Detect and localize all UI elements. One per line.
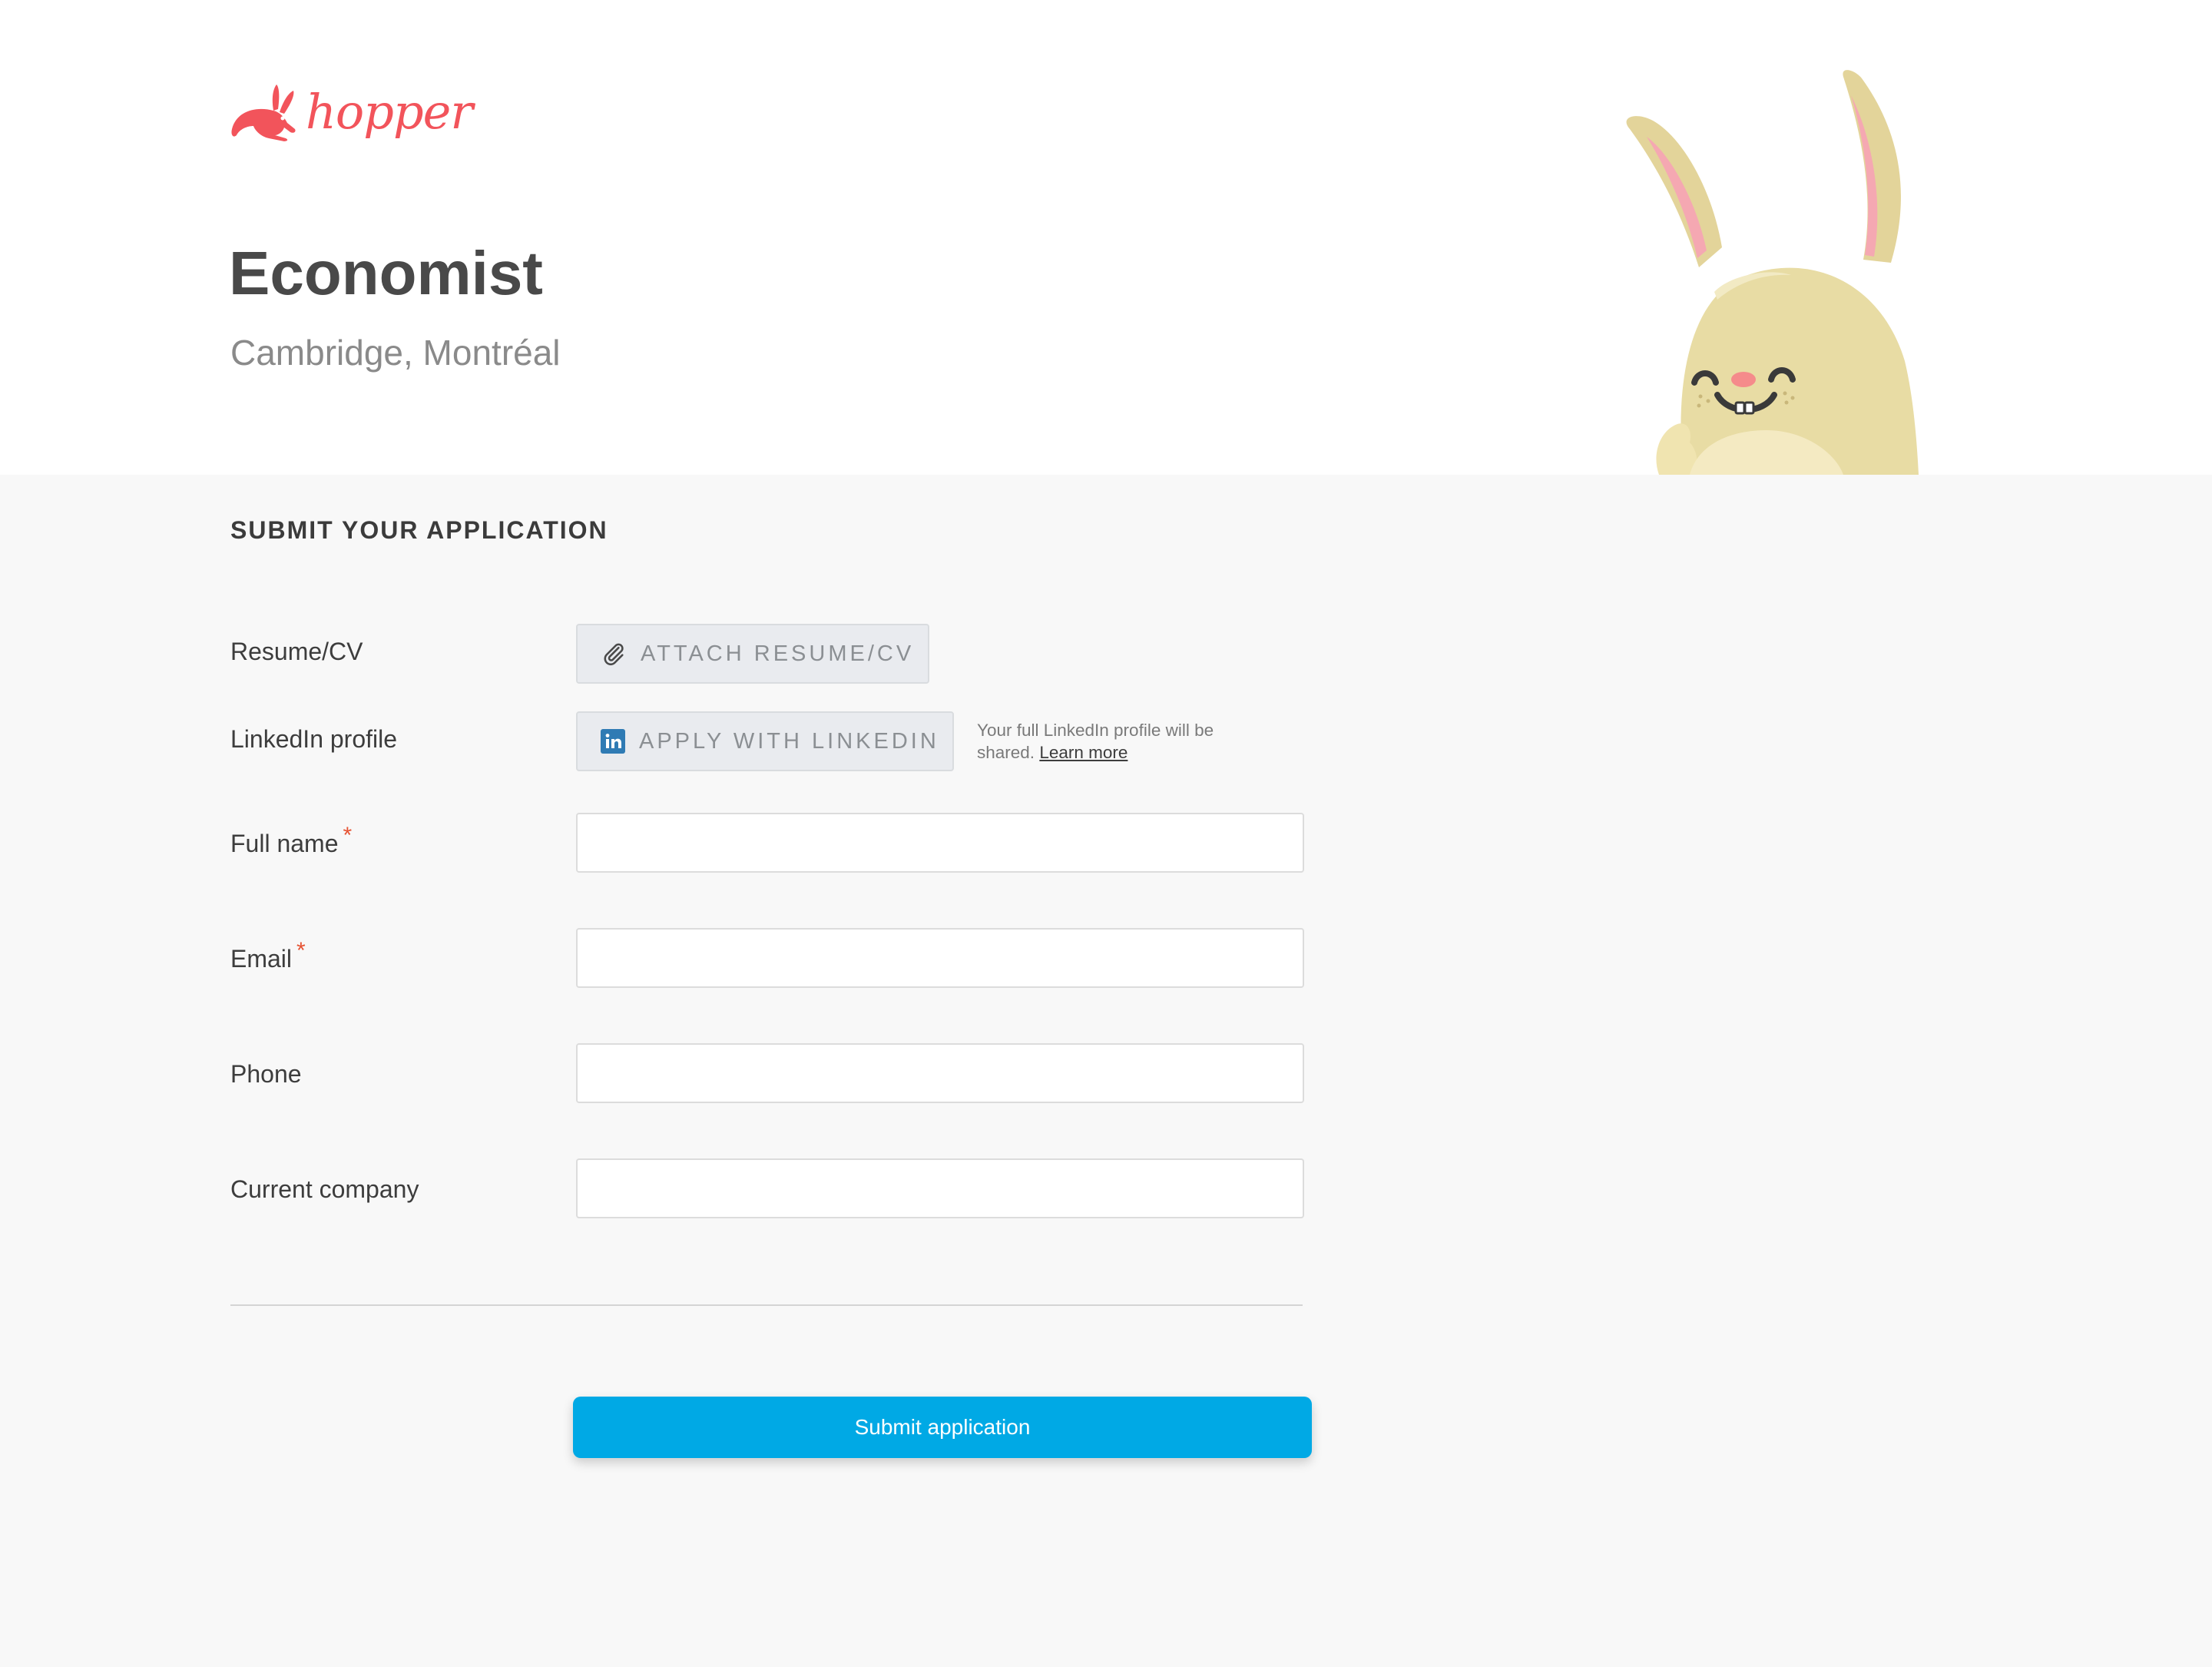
brand-wordmark: hopper — [306, 84, 473, 140]
linkedin-icon — [601, 729, 625, 754]
apply-with-linkedin-button-label: APPLY WITH LINKEDIN — [639, 728, 939, 754]
rabbit-logo-icon — [231, 85, 296, 141]
phone-input[interactable] — [576, 1043, 1304, 1103]
full-name-input[interactable] — [576, 813, 1304, 873]
current-company-input[interactable] — [576, 1158, 1304, 1218]
page-header: hopper Economist Cambridge, Montréal — [0, 0, 2212, 475]
email-label: Email * — [230, 938, 306, 973]
attach-resume-button-label: ATTACH RESUME/CV — [641, 641, 915, 666]
required-marker: * — [296, 938, 306, 963]
job-title: Economist — [229, 239, 543, 307]
email-input[interactable] — [576, 928, 1304, 988]
attach-resume-button[interactable]: ATTACH RESUME/CV — [576, 624, 929, 684]
full-name-label: Full name * — [230, 823, 352, 858]
resume-label: Resume/CV — [230, 638, 363, 665]
hopper-logo[interactable]: hopper — [229, 83, 473, 141]
learn-more-link[interactable]: Learn more — [1039, 743, 1128, 762]
full-name-label-text: Full name — [230, 830, 339, 857]
job-location: Cambridge, Montréal — [230, 333, 561, 373]
current-company-label: Current company — [230, 1175, 419, 1203]
section-title: SUBMIT YOUR APPLICATION — [230, 516, 608, 544]
bunny-mascot-icon — [1626, 70, 1919, 475]
phone-label: Phone — [230, 1060, 302, 1088]
apply-with-linkedin-button[interactable]: APPLY WITH LINKEDIN — [576, 711, 954, 771]
linkedin-label: LinkedIn profile — [230, 725, 398, 753]
required-marker: * — [343, 823, 353, 848]
linkedin-note: Your full LinkedIn profile will be share… — [977, 719, 1238, 764]
form-divider — [230, 1304, 1303, 1306]
email-label-text: Email — [230, 945, 293, 973]
paperclip-icon — [601, 641, 627, 667]
submit-application-button[interactable]: Submit application — [573, 1397, 1312, 1458]
